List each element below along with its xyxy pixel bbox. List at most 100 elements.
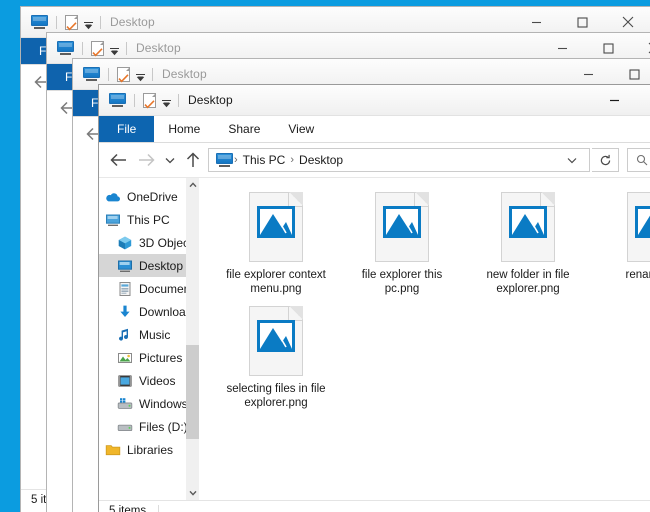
window-4-quick-access-toolbar[interactable] [99,93,182,108]
breadcrumb-this-pc[interactable]: This PC [239,153,290,167]
sidebar-item-onedrive[interactable]: OneDrive [99,185,199,208]
properties-icon[interactable] [65,15,78,30]
cube-icon [117,235,133,251]
monitor-icon [216,153,233,167]
up-arrow-icon[interactable] [180,147,206,173]
sidebar-item-documents[interactable]: Document [99,277,199,300]
sidebar-item-desktop[interactable]: Desktop [99,254,199,277]
tab-home[interactable]: Home [154,116,214,142]
properties-icon[interactable] [117,67,130,82]
file-name: renaming fi [598,268,650,282]
sidebar-item-label: OneDrive [127,190,178,204]
png-image-file-icon [501,192,555,262]
window-4-address-bar[interactable]: › This PC › Desktop Search [99,143,650,178]
sidebar-item-files-d-drive[interactable]: Files (D:) [99,415,199,438]
navigation-pane-scrollbar[interactable] [186,178,199,500]
divider [100,16,101,29]
drive-icon [117,419,133,435]
scrollbar-thumb[interactable] [186,345,199,439]
sidebar-item-label: 3D Object [139,236,192,250]
sidebar-item-label: Desktop [139,259,183,273]
window-3-quick-access-toolbar[interactable] [73,67,156,82]
scrollbar-track[interactable] [186,192,199,486]
window-4-titlebar[interactable]: Desktop [99,85,650,116]
file-item[interactable]: file explorer this pc.png [339,192,465,296]
window-4-controls[interactable] [591,85,650,115]
file-item[interactable]: renaming fi [591,192,650,296]
desktop-background: Desktop File [0,0,650,512]
properties-icon[interactable] [91,41,104,56]
divider [134,94,135,107]
properties-icon[interactable] [143,93,156,108]
chevron-down-icon[interactable] [109,44,118,53]
file-name: file explorer context menu.png [220,268,332,296]
monitor-icon [105,212,121,228]
monitor-icon[interactable] [31,15,48,29]
back-arrow-icon[interactable] [105,147,131,173]
scroll-up-arrow-icon[interactable] [186,178,199,192]
png-image-file-icon [249,192,303,262]
window-1-title: Desktop [110,15,155,29]
sidebar-item-this-pc[interactable]: This PC [99,208,199,231]
window-2-quick-access-toolbar[interactable] [47,41,130,56]
download-icon [117,304,133,320]
monitor-icon[interactable] [83,67,100,81]
breadcrumb[interactable]: › This PC › Desktop [208,148,590,172]
sidebar-item-downloads[interactable]: Download [99,300,199,323]
recent-locations-chevron-down-icon[interactable] [161,147,178,173]
sidebar-item-videos[interactable]: Videos [99,369,199,392]
file-grid: file explorer context menu.png file expl… [213,192,650,416]
music-note-icon [117,327,133,343]
minimize-icon[interactable] [591,85,637,115]
file-item[interactable]: new folder in file explorer.png [465,192,591,296]
monitor-icon[interactable] [109,93,126,107]
window-4-ribbon-tabs[interactable]: File Home Share View [99,116,650,143]
tab-file[interactable]: File [99,116,154,142]
divider [158,505,159,512]
scroll-down-arrow-icon[interactable] [186,486,199,500]
breadcrumb-desktop[interactable]: Desktop [295,153,347,167]
refresh-icon[interactable] [592,148,619,172]
divider [56,16,57,29]
sidebar-item-label: Files (D:) [139,420,188,434]
sidebar-item-label: Videos [139,374,175,388]
divider [152,68,153,81]
explorer-window-4-active[interactable]: Desktop File Home Share View [98,84,650,512]
drive-icon [117,396,133,412]
sidebar-item-windows-drive[interactable]: Windows [99,392,199,415]
sidebar-item-libraries[interactable]: Libraries [99,438,199,461]
video-icon [117,373,133,389]
sidebar-item-label: Download [139,305,192,319]
divider [82,42,83,55]
tab-view[interactable]: View [274,116,328,142]
maximize-icon[interactable] [637,85,650,115]
window-4-body: OneDrive This PC 3D Object [99,178,650,500]
file-name: new folder in file explorer.png [472,268,584,296]
breadcrumb-chevron-down-icon[interactable] [563,151,585,169]
window-4-title: Desktop [188,93,233,107]
file-list-view[interactable]: file explorer context menu.png file expl… [199,178,650,500]
item-count: 5 items [109,505,146,512]
monitor-icon[interactable] [57,41,74,55]
sidebar-item-pictures[interactable]: Pictures [99,346,199,369]
navigation-pane[interactable]: OneDrive This PC 3D Object [99,178,199,500]
window-1-quick-access-toolbar[interactable] [21,15,104,30]
sidebar-item-music[interactable]: Music [99,323,199,346]
file-item[interactable]: selecting files in file explorer.png [213,306,339,410]
png-image-file-icon [375,192,429,262]
search-input[interactable]: Search [627,148,650,172]
divider [108,68,109,81]
window-3-title: Desktop [162,67,207,81]
png-image-file-icon [249,306,303,376]
chevron-down-icon[interactable] [83,18,92,27]
chevron-down-icon[interactable] [135,70,144,79]
file-item[interactable]: file explorer context menu.png [213,192,339,296]
divider [178,94,179,107]
chevron-down-icon[interactable] [161,96,170,105]
sidebar-item-3d-objects[interactable]: 3D Object [99,231,199,254]
tab-share[interactable]: Share [214,116,274,142]
png-image-file-icon [627,192,650,262]
document-icon [117,281,133,297]
sidebar-item-label: Windows [139,397,188,411]
monitor-icon [117,258,133,274]
